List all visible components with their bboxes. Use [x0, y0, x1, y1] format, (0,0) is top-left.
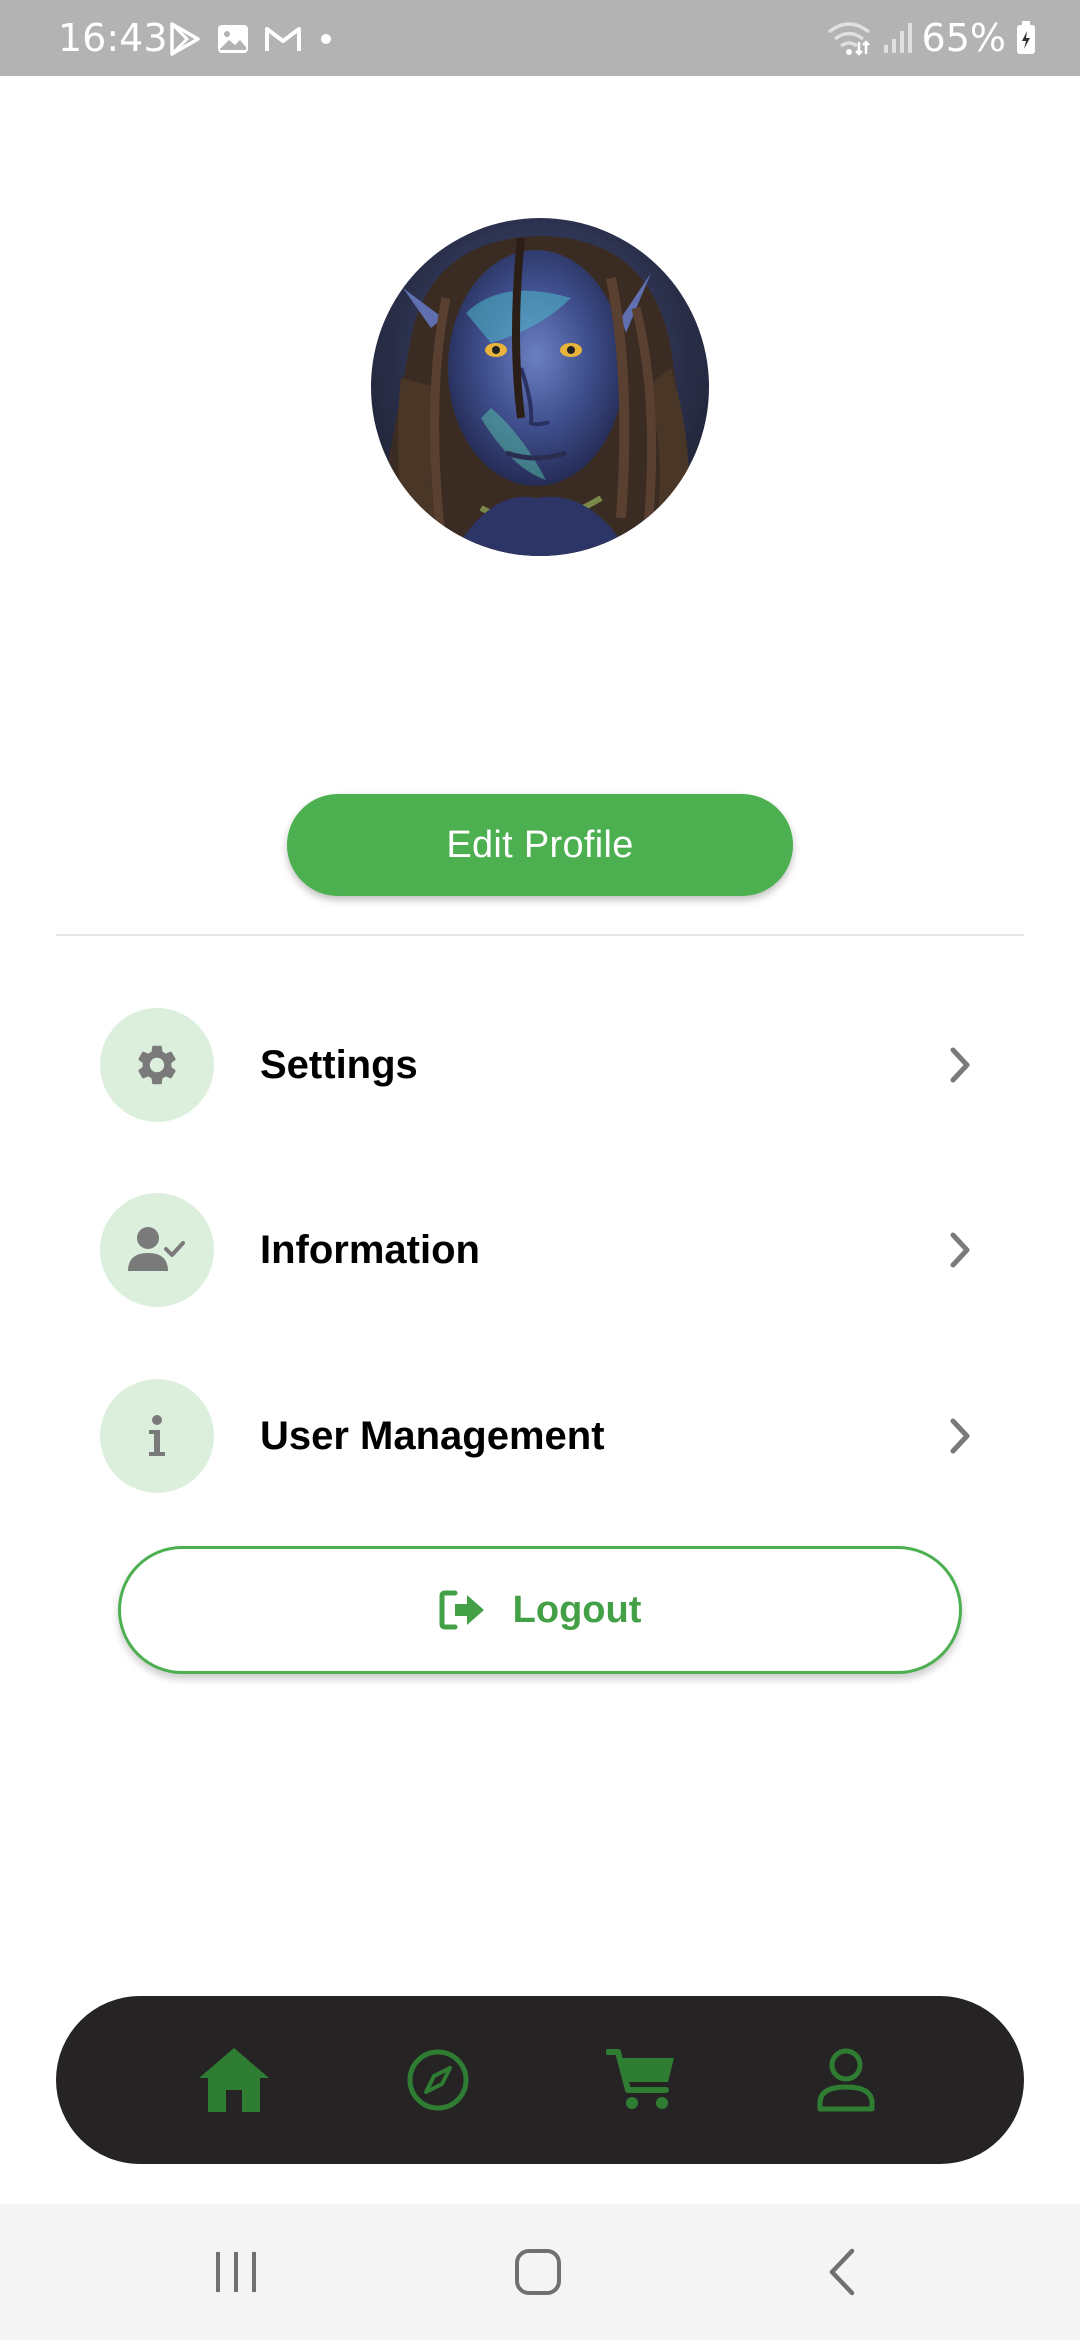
battery-percent: 65%	[921, 16, 1006, 60]
avatar[interactable]	[371, 218, 709, 556]
wifi-icon	[827, 22, 870, 56]
nav-explore[interactable]	[393, 2035, 483, 2125]
menu-icon-circle	[100, 1193, 214, 1307]
user-icon	[817, 2048, 875, 2112]
battery-icon	[1017, 21, 1035, 54]
logout-button[interactable]: Logout	[118, 1546, 962, 1674]
signal-icon	[883, 23, 912, 53]
chevron-right-icon	[940, 1416, 980, 1456]
status-time: 16:43	[58, 16, 168, 60]
menu-icon-circle	[100, 1008, 214, 1122]
menu-item-label: User Management	[260, 1413, 605, 1458]
home-icon	[199, 2048, 269, 2112]
menu-item-user-management[interactable]: User Management	[100, 1379, 980, 1493]
menu-icon-circle	[100, 1379, 214, 1493]
gmail-icon	[265, 27, 301, 51]
logout-label: Logout	[512, 1588, 642, 1631]
system-nav-bar	[0, 2204, 1080, 2340]
compass-icon	[407, 2049, 469, 2111]
notification-icons	[168, 20, 336, 58]
status-right: 65%	[826, 16, 1036, 60]
menu-item-label: Information	[260, 1227, 480, 1272]
back-button[interactable]	[812, 2242, 872, 2302]
nav-cart[interactable]	[597, 2035, 687, 2125]
menu-item-settings[interactable]: Settings	[100, 1008, 980, 1122]
info-icon	[149, 1415, 165, 1456]
chevron-right-icon	[940, 1045, 980, 1085]
dot-icon	[321, 34, 331, 44]
nav-profile[interactable]	[801, 2035, 891, 2125]
edit-profile-button[interactable]: Edit Profile	[287, 794, 793, 896]
status-bar: 16:43 65%	[0, 0, 1080, 76]
back-icon	[829, 2248, 855, 2296]
menu-item-information[interactable]: Information	[100, 1193, 980, 1307]
gallery-icon	[218, 25, 248, 53]
logout-icon	[439, 1590, 484, 1630]
user-check-icon	[128, 1227, 185, 1271]
home-button[interactable]	[508, 2242, 568, 2302]
divider	[56, 934, 1024, 936]
avatar-image	[371, 218, 709, 556]
menu-item-label: Settings	[260, 1042, 418, 1087]
home-circle-icon	[515, 2249, 561, 2295]
play-store-icon	[170, 22, 200, 56]
bottom-nav	[56, 1996, 1024, 2164]
recent-apps-icon	[216, 2252, 256, 2292]
chevron-right-icon	[940, 1230, 980, 1270]
nav-home[interactable]	[189, 2035, 279, 2125]
cart-icon	[606, 2049, 674, 2109]
recent-apps-button[interactable]	[206, 2242, 266, 2302]
gear-icon	[138, 1045, 176, 1085]
